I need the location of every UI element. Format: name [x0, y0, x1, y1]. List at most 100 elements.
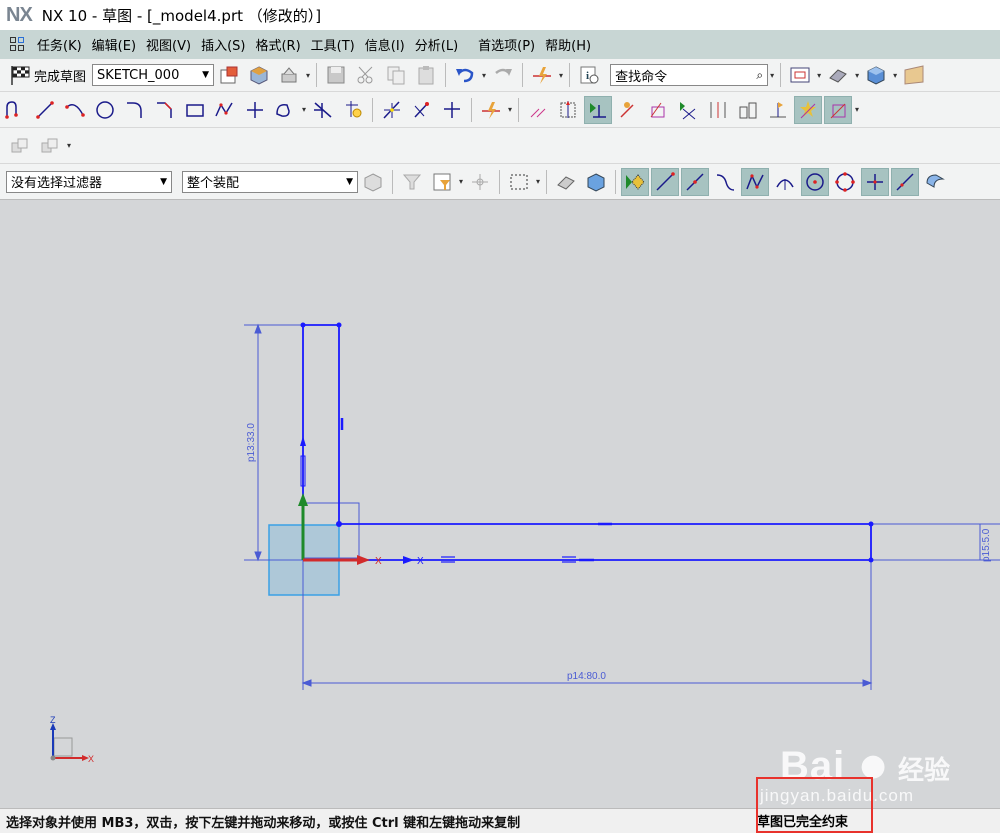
menu-format[interactable]: 格式(R): [250, 35, 305, 54]
toolbar-separator: [372, 97, 374, 122]
snap-control-button[interactable]: [711, 168, 739, 196]
dimension-button[interactable]: [524, 96, 552, 124]
menu-information[interactable]: 信息(I): [360, 35, 410, 54]
type-filter-icon: [364, 172, 382, 192]
menu-grid-icon[interactable]: [10, 36, 26, 53]
composite-curve-button[interactable]: [36, 132, 64, 160]
reattach-button[interactable]: [275, 61, 303, 89]
render-style-button[interactable]: [824, 61, 852, 89]
sketch-profile[interactable]: [302, 324, 872, 561]
offset-curve-button[interactable]: [271, 96, 299, 124]
snap-on-curve-button[interactable]: [891, 167, 920, 196]
animate-dimension-button[interactable]: [704, 96, 732, 124]
general-selection-button[interactable]: [359, 168, 387, 196]
show-hide-button[interactable]: [552, 168, 580, 196]
background-button[interactable]: [900, 61, 928, 89]
view-orientation-button[interactable]: [862, 61, 890, 89]
arc-button[interactable]: [61, 96, 89, 124]
snap-midpoint-button[interactable]: [681, 167, 710, 196]
menu-view[interactable]: 视图(V): [141, 35, 196, 54]
chevron-down-icon[interactable]: ▾: [855, 71, 859, 80]
menu-analysis[interactable]: 分析(L): [410, 35, 463, 54]
create-inferred-constraints-button[interactable]: [824, 95, 853, 124]
chevron-down-icon[interactable]: ▾: [559, 71, 563, 80]
sketch-vertices[interactable]: [300, 322, 874, 563]
snap-point-button[interactable]: [466, 168, 494, 196]
enable-snap-button[interactable]: [621, 167, 650, 196]
auto-dimension-button[interactable]: [644, 96, 672, 124]
derived-line-button[interactable]: [477, 96, 505, 124]
point-button[interactable]: [241, 96, 269, 124]
circle-button[interactable]: [91, 96, 119, 124]
snap-on-surface-button[interactable]: [921, 168, 949, 196]
menu-task[interactable]: 任务(K): [32, 35, 87, 54]
profile-button[interactable]: [1, 96, 29, 124]
make-corner-button[interactable]: [438, 96, 466, 124]
fit-view-button[interactable]: [786, 61, 814, 89]
selection-intent-button[interactable]: [398, 168, 426, 196]
graphics-window[interactable]: X X p13:33.0 p14:80.0 p15:5.0 Z X: [4, 200, 1000, 808]
studio-spline-button[interactable]: [211, 96, 239, 124]
command-search-input[interactable]: 查找命令 ⌕: [610, 64, 769, 86]
sketch-group-button[interactable]: [6, 132, 34, 160]
fillet-button[interactable]: [121, 96, 149, 124]
select-all-button[interactable]: [505, 168, 533, 196]
snap-arc-center-button[interactable]: [801, 167, 830, 196]
copy-button[interactable]: [382, 61, 410, 89]
chevron-down-icon[interactable]: ▾: [482, 71, 486, 80]
sketch-name-select[interactable]: SKETCH_000 ▼: [92, 64, 215, 86]
quick-trim-button[interactable]: [309, 96, 337, 124]
snap-tangent-button[interactable]: [771, 168, 799, 196]
info-button[interactable]: i: [575, 61, 603, 89]
snap-quadrant-button[interactable]: [831, 168, 859, 196]
sketch-task-button[interactable]: [528, 61, 556, 89]
menu-preferences[interactable]: 首选项(P): [473, 35, 540, 54]
relations-browser-button[interactable]: [674, 96, 702, 124]
menu-tools[interactable]: 工具(T): [306, 35, 360, 54]
sketch-canvas[interactable]: X X p13:33.0 p14:80.0 p15:5.0 Z X: [4, 200, 1000, 808]
height-dimension-text[interactable]: p13:33.0: [246, 423, 257, 462]
constraint-button[interactable]: [554, 96, 582, 124]
alternate-solution-button[interactable]: [764, 96, 792, 124]
show-constraints-button[interactable]: [584, 95, 613, 124]
finish-sketch-button[interactable]: 完成草图: [8, 64, 86, 86]
trim-button[interactable]: [378, 96, 406, 124]
chevron-down-icon[interactable]: ▾: [817, 71, 821, 80]
feature-filter-button[interactable]: [428, 168, 456, 196]
thickness-dimension-text[interactable]: p15:5.0: [981, 528, 992, 562]
chevron-down-icon[interactable]: ▾: [536, 177, 540, 186]
convert-reference-button[interactable]: [734, 96, 762, 124]
auto-constraint-button[interactable]: [614, 96, 642, 124]
snap-intersection-button[interactable]: [741, 167, 770, 196]
save-button[interactable]: [322, 61, 350, 89]
type-filter-select[interactable]: 没有选择过滤器 ▼: [6, 170, 172, 193]
line-button[interactable]: [31, 96, 59, 124]
orient-view-button[interactable]: [245, 61, 273, 89]
chevron-down-icon[interactable]: ▾: [770, 71, 774, 80]
chevron-down-icon[interactable]: ▾: [459, 177, 463, 186]
undo-button[interactable]: [451, 61, 479, 89]
infer-constraints-button[interactable]: [794, 95, 823, 124]
snap-existing-point-button[interactable]: [861, 167, 890, 196]
assembly-scope-select[interactable]: 整个装配 ▼: [182, 170, 358, 193]
redo-button[interactable]: [489, 61, 517, 89]
menu-insert[interactable]: 插入(S): [196, 35, 250, 54]
menu-edit[interactable]: 编辑(E): [87, 35, 141, 54]
quick-extend-button[interactable]: [339, 96, 367, 124]
rectangle-button[interactable]: [181, 96, 209, 124]
chevron-down-icon[interactable]: ▾: [855, 105, 859, 114]
chevron-down-icon[interactable]: ▾: [508, 105, 512, 114]
chamfer-button[interactable]: [151, 96, 179, 124]
cut-button[interactable]: [352, 61, 380, 89]
extend-button[interactable]: [408, 96, 436, 124]
sketch-properties-button[interactable]: [215, 61, 243, 89]
paste-button[interactable]: [412, 61, 440, 89]
chevron-down-icon[interactable]: ▾: [893, 71, 897, 80]
length-dimension-text[interactable]: p14:80.0: [567, 671, 606, 682]
snap-endpoint-button[interactable]: [651, 167, 680, 196]
menu-help[interactable]: 帮助(H): [540, 35, 596, 54]
chevron-down-icon[interactable]: ▾: [67, 141, 71, 150]
face-select-button[interactable]: [582, 168, 610, 196]
chevron-down-icon[interactable]: ▾: [302, 105, 306, 114]
chevron-down-icon[interactable]: ▾: [306, 71, 310, 80]
